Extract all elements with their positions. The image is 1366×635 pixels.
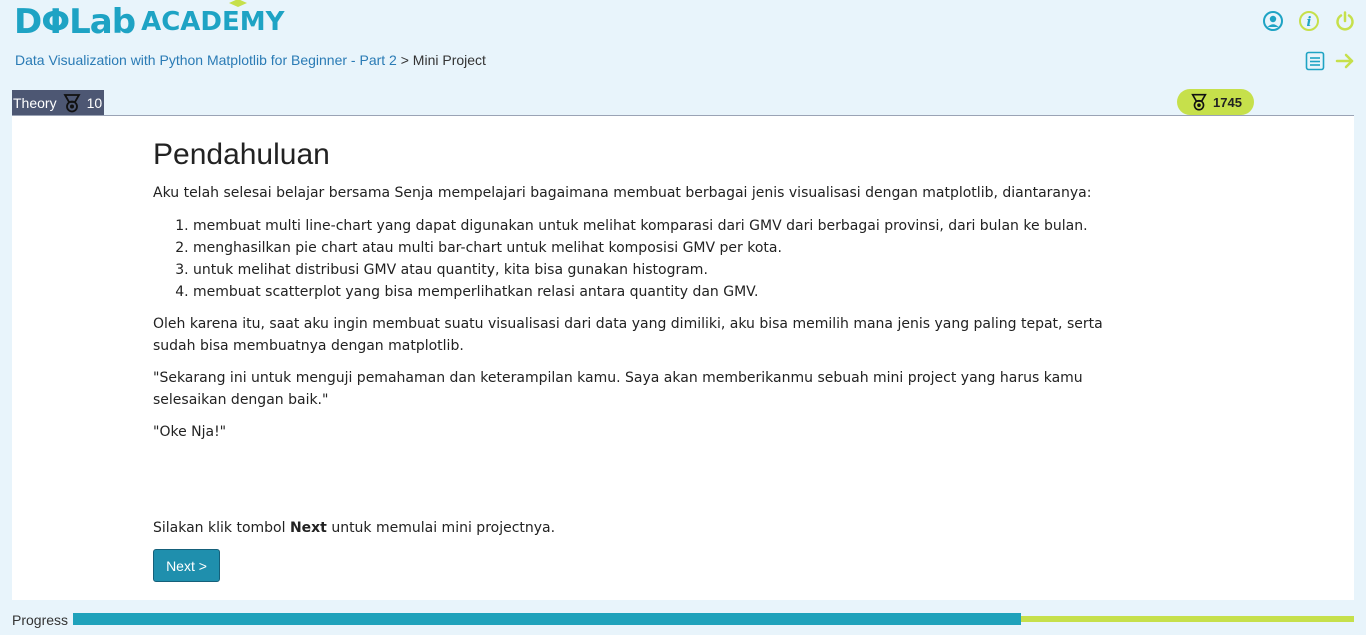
power-icon[interactable] xyxy=(1334,10,1356,32)
logo-text: DΦLab xyxy=(14,2,136,42)
lesson-content: Pendahuluan Aku telah selesai belajar be… xyxy=(12,115,1354,600)
list-item: menghasilkan pie chart atau multi bar-ch… xyxy=(193,237,1088,259)
tab-theory-count: 10 xyxy=(86,94,103,111)
breadcrumb-course-link[interactable]: Data Visualization with Python Matplotli… xyxy=(15,52,397,68)
breadcrumb-separator: > xyxy=(396,52,413,68)
logo[interactable]: DΦLab ACADEMY xyxy=(14,0,284,42)
info-icon[interactable]: i xyxy=(1298,10,1320,32)
list-item: untuk melihat distribusi GMV atau quanti… xyxy=(193,259,1088,281)
instruction-next-word: Next xyxy=(289,520,327,536)
medal-icon xyxy=(63,93,81,112)
graduation-cap-icon xyxy=(229,0,248,7)
lesson-reply: "Oke Nja!" xyxy=(153,424,227,440)
lesson-nav-actions xyxy=(1304,50,1356,72)
points-value: 1745 xyxy=(1213,94,1242,110)
lesson-paragraph: Oleh karena itu, saat aku ingin membuat … xyxy=(153,316,1103,354)
tab-theory-label: Theory xyxy=(13,94,57,111)
logo-academy-text: ACADEMY xyxy=(141,0,284,37)
medal-icon xyxy=(1191,93,1207,111)
tab-theory[interactable]: Theory 10 xyxy=(12,90,105,115)
breadcrumb-current: Mini Project xyxy=(412,52,486,68)
page-title: Pendahuluan xyxy=(153,138,330,171)
breadcrumb: Data Visualization with Python Matplotli… xyxy=(15,52,486,68)
svg-text:i: i xyxy=(1307,15,1312,30)
lesson-list: membuat multi line-chart yang dapat digu… xyxy=(153,215,1088,303)
next-button[interactable]: Next > xyxy=(153,549,220,582)
progress-fill xyxy=(73,613,1021,625)
lesson-intro: Aku telah selesai belajar bersama Senja … xyxy=(153,185,1092,201)
points-badge: 1745 xyxy=(1177,89,1254,115)
progress-label: Progress xyxy=(12,612,69,628)
arrow-right-icon[interactable] xyxy=(1334,50,1356,72)
header-actions: i xyxy=(1262,10,1356,32)
lesson-instruction: Silakan klik tombol Next untuk memulai m… xyxy=(153,520,556,536)
list-item: membuat scatterplot yang bisa memperliha… xyxy=(193,281,1088,303)
user-circle-icon[interactable] xyxy=(1262,10,1284,32)
lesson-quote: "Sekarang ini untuk menguji pemahaman da… xyxy=(153,370,1083,408)
list-icon[interactable] xyxy=(1304,50,1326,72)
list-item: membuat multi line-chart yang dapat digu… xyxy=(193,215,1088,237)
